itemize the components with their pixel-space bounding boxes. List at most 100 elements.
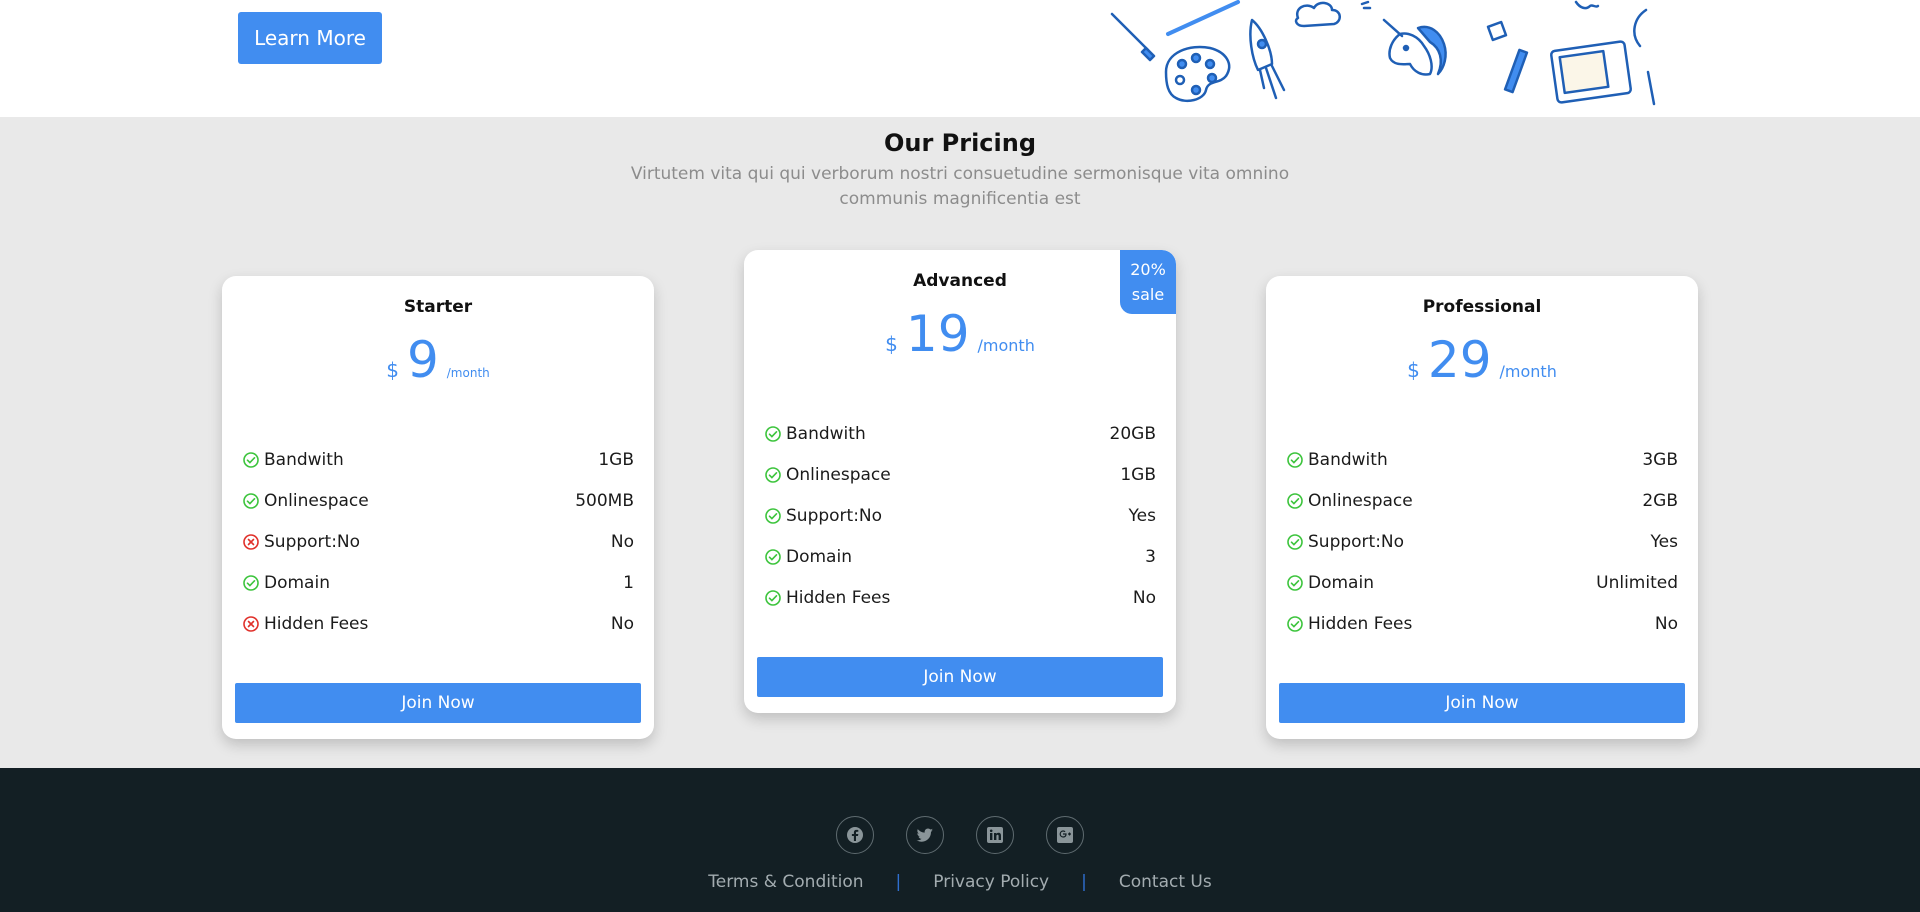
- feature-label: Hidden Fees: [264, 613, 369, 634]
- price-amount: 29: [1427, 331, 1492, 389]
- feature-value: 20GB: [1109, 423, 1156, 444]
- palette-icon: [1164, 45, 1231, 102]
- plan-price: $ 19 /month: [744, 306, 1176, 362]
- cloud-icon: [1294, 1, 1341, 28]
- linkedin-icon: [987, 827, 1003, 843]
- feature-label: Onlinespace: [1308, 490, 1413, 511]
- google-plus-icon: [1057, 827, 1073, 843]
- feature-label: Onlinespace: [264, 490, 369, 511]
- pricing-subtitle: Virtutem vita qui qui verborum nostri co…: [630, 164, 1290, 209]
- pricing-section: Our Pricing Virtutem vita qui qui verbor…: [0, 117, 1920, 768]
- plan-name: Professional: [1422, 297, 1542, 317]
- price-period: /month: [446, 366, 490, 380]
- feature-row: Bandwith 3GB: [1286, 439, 1678, 480]
- price-currency: $: [386, 358, 399, 382]
- feature-value: 1: [623, 572, 634, 593]
- plan-name: Starter: [403, 297, 473, 317]
- footer-separator: |: [895, 872, 902, 892]
- check-circle-icon: [765, 425, 781, 442]
- pricing-card-professional: Professional $ 29 /month Bandwith 3GB Onli…: [1266, 276, 1698, 739]
- feature-list: Bandwith 1GB Onlinespace 500MB Support:No No D…: [242, 439, 634, 644]
- feature-row: Support:No Yes: [1286, 521, 1678, 562]
- facebook-icon: [847, 827, 863, 843]
- join-now-button[interactable]: Join Now: [235, 683, 641, 723]
- unicorn-icon: [1382, 18, 1447, 76]
- feature-label: Bandwith: [786, 423, 866, 444]
- sparkle-icon: [1360, 0, 1372, 10]
- feature-value: Unlimited: [1596, 572, 1678, 593]
- social-links: [836, 816, 1084, 854]
- feature-label: Bandwith: [1308, 449, 1388, 470]
- feature-row: Support:No No: [242, 521, 634, 562]
- price-amount: 19: [905, 305, 970, 363]
- privacy-link[interactable]: Privacy Policy: [933, 872, 1049, 892]
- feature-row: Hidden Fees No: [764, 577, 1156, 618]
- feature-value: 1GB: [1120, 464, 1156, 485]
- feature-row: Hidden Fees No: [242, 603, 634, 644]
- price-period: /month: [1499, 362, 1557, 381]
- feature-value: 1GB: [598, 449, 634, 470]
- footer-separator: |: [1081, 872, 1087, 892]
- footer: Terms & Condition | Privacy Policy | Con…: [0, 768, 1920, 912]
- feature-row: Onlinespace 500MB: [242, 480, 634, 521]
- contact-link[interactable]: Contact Us: [1119, 872, 1212, 892]
- feature-row: Domain 1: [242, 562, 634, 603]
- check-circle-icon: [243, 451, 259, 468]
- feature-value: 3GB: [1642, 449, 1678, 470]
- feature-label: Support:No: [786, 505, 883, 526]
- price-period: /month: [977, 336, 1035, 355]
- check-circle-icon: [1287, 492, 1303, 509]
- check-circle-icon: [1287, 615, 1303, 632]
- feature-row: Support:No Yes: [764, 495, 1156, 536]
- creative-doodles-illustration: [1110, 0, 1656, 106]
- check-circle-icon: [765, 507, 781, 524]
- feature-list: Bandwith 20GB Onlinespace 1GB Support:No Yes D…: [764, 413, 1156, 618]
- feature-label: Domain: [786, 546, 852, 567]
- check-circle-icon: [765, 589, 781, 606]
- learn-more-button[interactable]: Learn More: [238, 12, 382, 64]
- check-circle-icon: [243, 574, 259, 591]
- footer-links: Terms & Condition | Privacy Policy | Con…: [0, 872, 1920, 892]
- feature-label: Domain: [264, 572, 330, 593]
- join-now-button[interactable]: Join Now: [1279, 683, 1685, 723]
- marker-icon: [1503, 48, 1529, 94]
- linkedin-button[interactable]: [976, 816, 1014, 854]
- feature-row: Bandwith 1GB: [242, 439, 634, 480]
- facebook-button[interactable]: [836, 816, 874, 854]
- swirl-icon: [1574, 0, 1600, 10]
- feature-value: Yes: [1128, 505, 1156, 526]
- check-circle-icon: [765, 548, 781, 565]
- feature-row: Domain 3: [764, 536, 1156, 577]
- pricing-card-advanced: 20% sale Advanced $ 19 /month Bandwith 20…: [744, 250, 1176, 713]
- hero-section: Learn More: [0, 0, 1920, 117]
- google-plus-button[interactable]: [1046, 816, 1084, 854]
- price-currency: $: [885, 332, 898, 356]
- pencil-line-icon: [1166, 0, 1240, 36]
- feature-value: 2GB: [1642, 490, 1678, 511]
- terms-link[interactable]: Terms & Condition: [708, 872, 863, 892]
- paintbrush-icon: [1110, 12, 1156, 62]
- feature-value: No: [1654, 613, 1678, 634]
- feature-row: Bandwith 20GB: [764, 413, 1156, 454]
- feature-value: Yes: [1650, 531, 1678, 552]
- x-circle-icon: [243, 533, 259, 550]
- feature-value: No: [610, 531, 634, 552]
- feature-row: Onlinespace 1GB: [764, 454, 1156, 495]
- feature-label: Support:No: [264, 531, 361, 552]
- feature-value: 3: [1145, 546, 1156, 567]
- feature-label: Support:No: [1308, 531, 1405, 552]
- plan-price: $ 29 /month: [1266, 332, 1698, 388]
- check-circle-icon: [1287, 451, 1303, 468]
- pricing-card-starter: Starter $ 9 /month Bandwith 1GB Onlinespac…: [222, 276, 654, 739]
- plan-name: Advanced: [913, 271, 1007, 291]
- twitter-icon: [916, 828, 933, 842]
- feature-row: Hidden Fees No: [1286, 603, 1678, 644]
- twitter-button[interactable]: [906, 816, 944, 854]
- join-now-button[interactable]: Join Now: [757, 657, 1163, 697]
- feature-row: Domain Unlimited: [1286, 562, 1678, 603]
- feature-value: No: [1132, 587, 1156, 608]
- feature-value: No: [610, 613, 634, 634]
- pricing-title: Our Pricing: [883, 129, 1037, 157]
- x-circle-icon: [243, 615, 259, 632]
- sticky-note-icon: [1486, 20, 1508, 42]
